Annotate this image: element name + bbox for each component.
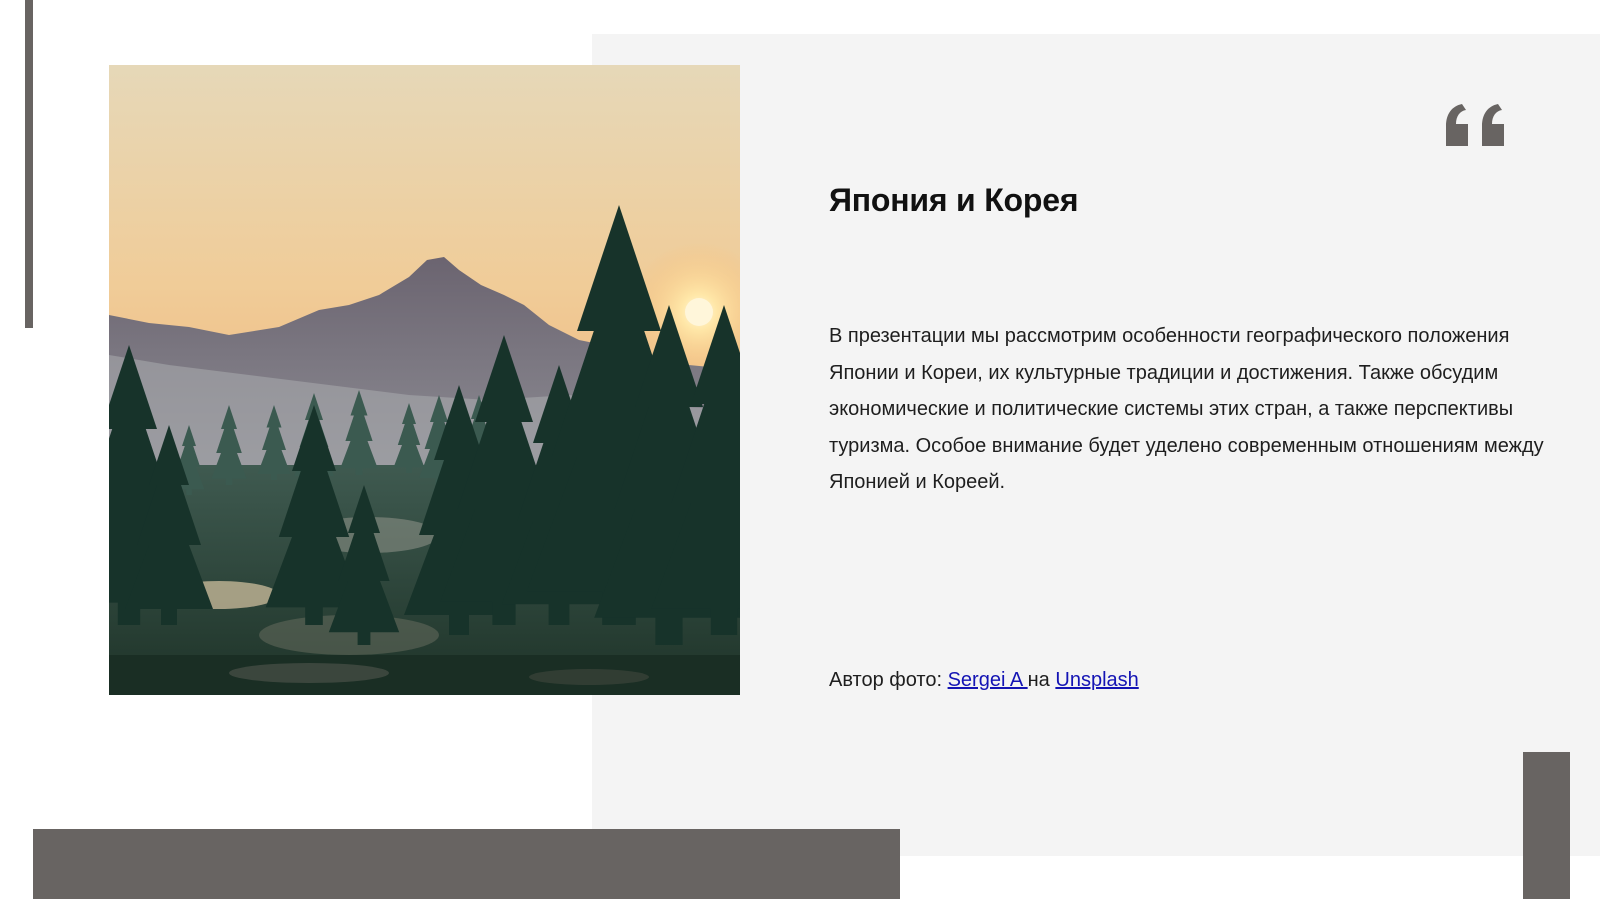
right-accent-bar <box>1523 752 1570 899</box>
quote-icon <box>1440 92 1510 152</box>
credit-middle: на <box>1027 669 1056 691</box>
slide: Япония и Корея В презентации мы рассмотр… <box>0 0 1600 899</box>
photo-credit: Автор фото: Sergei A на Unsplash <box>829 669 1139 692</box>
left-accent-bar <box>25 0 33 328</box>
slide-body-text: В презентации мы рассмотрим особенности … <box>829 325 1544 493</box>
bottom-accent-bar <box>33 829 900 899</box>
unsplash-link[interactable]: Unsplash <box>1055 669 1138 691</box>
credit-prefix: Автор фото: <box>829 669 948 691</box>
mountain-forest-photo <box>109 65 740 695</box>
author-link[interactable]: Sergei A <box>948 669 1028 691</box>
slide-title: Япония и Корея <box>829 182 1079 218</box>
